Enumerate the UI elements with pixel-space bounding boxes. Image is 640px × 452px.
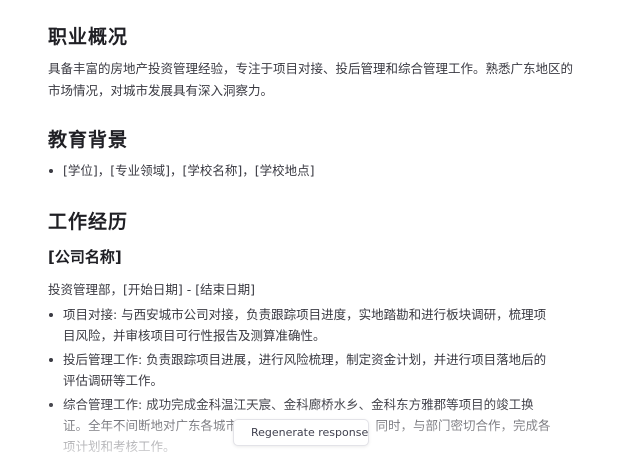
- list-item: 投后管理工作: 负责跟踪项目进展，进行风险梳理，制定资金计划，并进行项目落地后的…: [48, 349, 558, 391]
- section-heading-experience: 工作经历: [48, 211, 129, 233]
- role-dates: 投资管理部，[开始日期] - [结束日期]: [48, 282, 255, 297]
- bullet-icon: [49, 358, 53, 362]
- section-heading-profile: 职业概况: [48, 26, 129, 48]
- regenerate-label: Regenerate response: [251, 426, 369, 439]
- section-heading-education: 教育背景: [48, 129, 129, 151]
- response-document: 职业概况 具备丰富的房地产投资管理经验，专注于项目对接、投后管理和综合管理工作。…: [0, 0, 640, 452]
- regenerate-response-button[interactable]: Regenerate response: [233, 419, 369, 446]
- bullet-icon: [49, 169, 53, 173]
- list-item: [学位]，[专业领域]，[学校名称]，[学校地点]: [48, 160, 558, 181]
- profile-paragraph: 具备丰富的房地产投资管理经验，专注于项目对接、投后管理和综合管理工作。熟悉广东地…: [48, 61, 574, 98]
- bullet-icon: [49, 403, 53, 407]
- bullet-icon: [49, 313, 53, 317]
- list-item: 项目对接: 与西安城市公司对接，负责跟踪项目进度，实地踏勘和进行板块调研，梳理项…: [48, 304, 558, 346]
- education-list: [学位]，[专业领域]，[学校名称]，[学校地点]: [48, 160, 558, 184]
- company-name: [公司名称]: [48, 248, 122, 266]
